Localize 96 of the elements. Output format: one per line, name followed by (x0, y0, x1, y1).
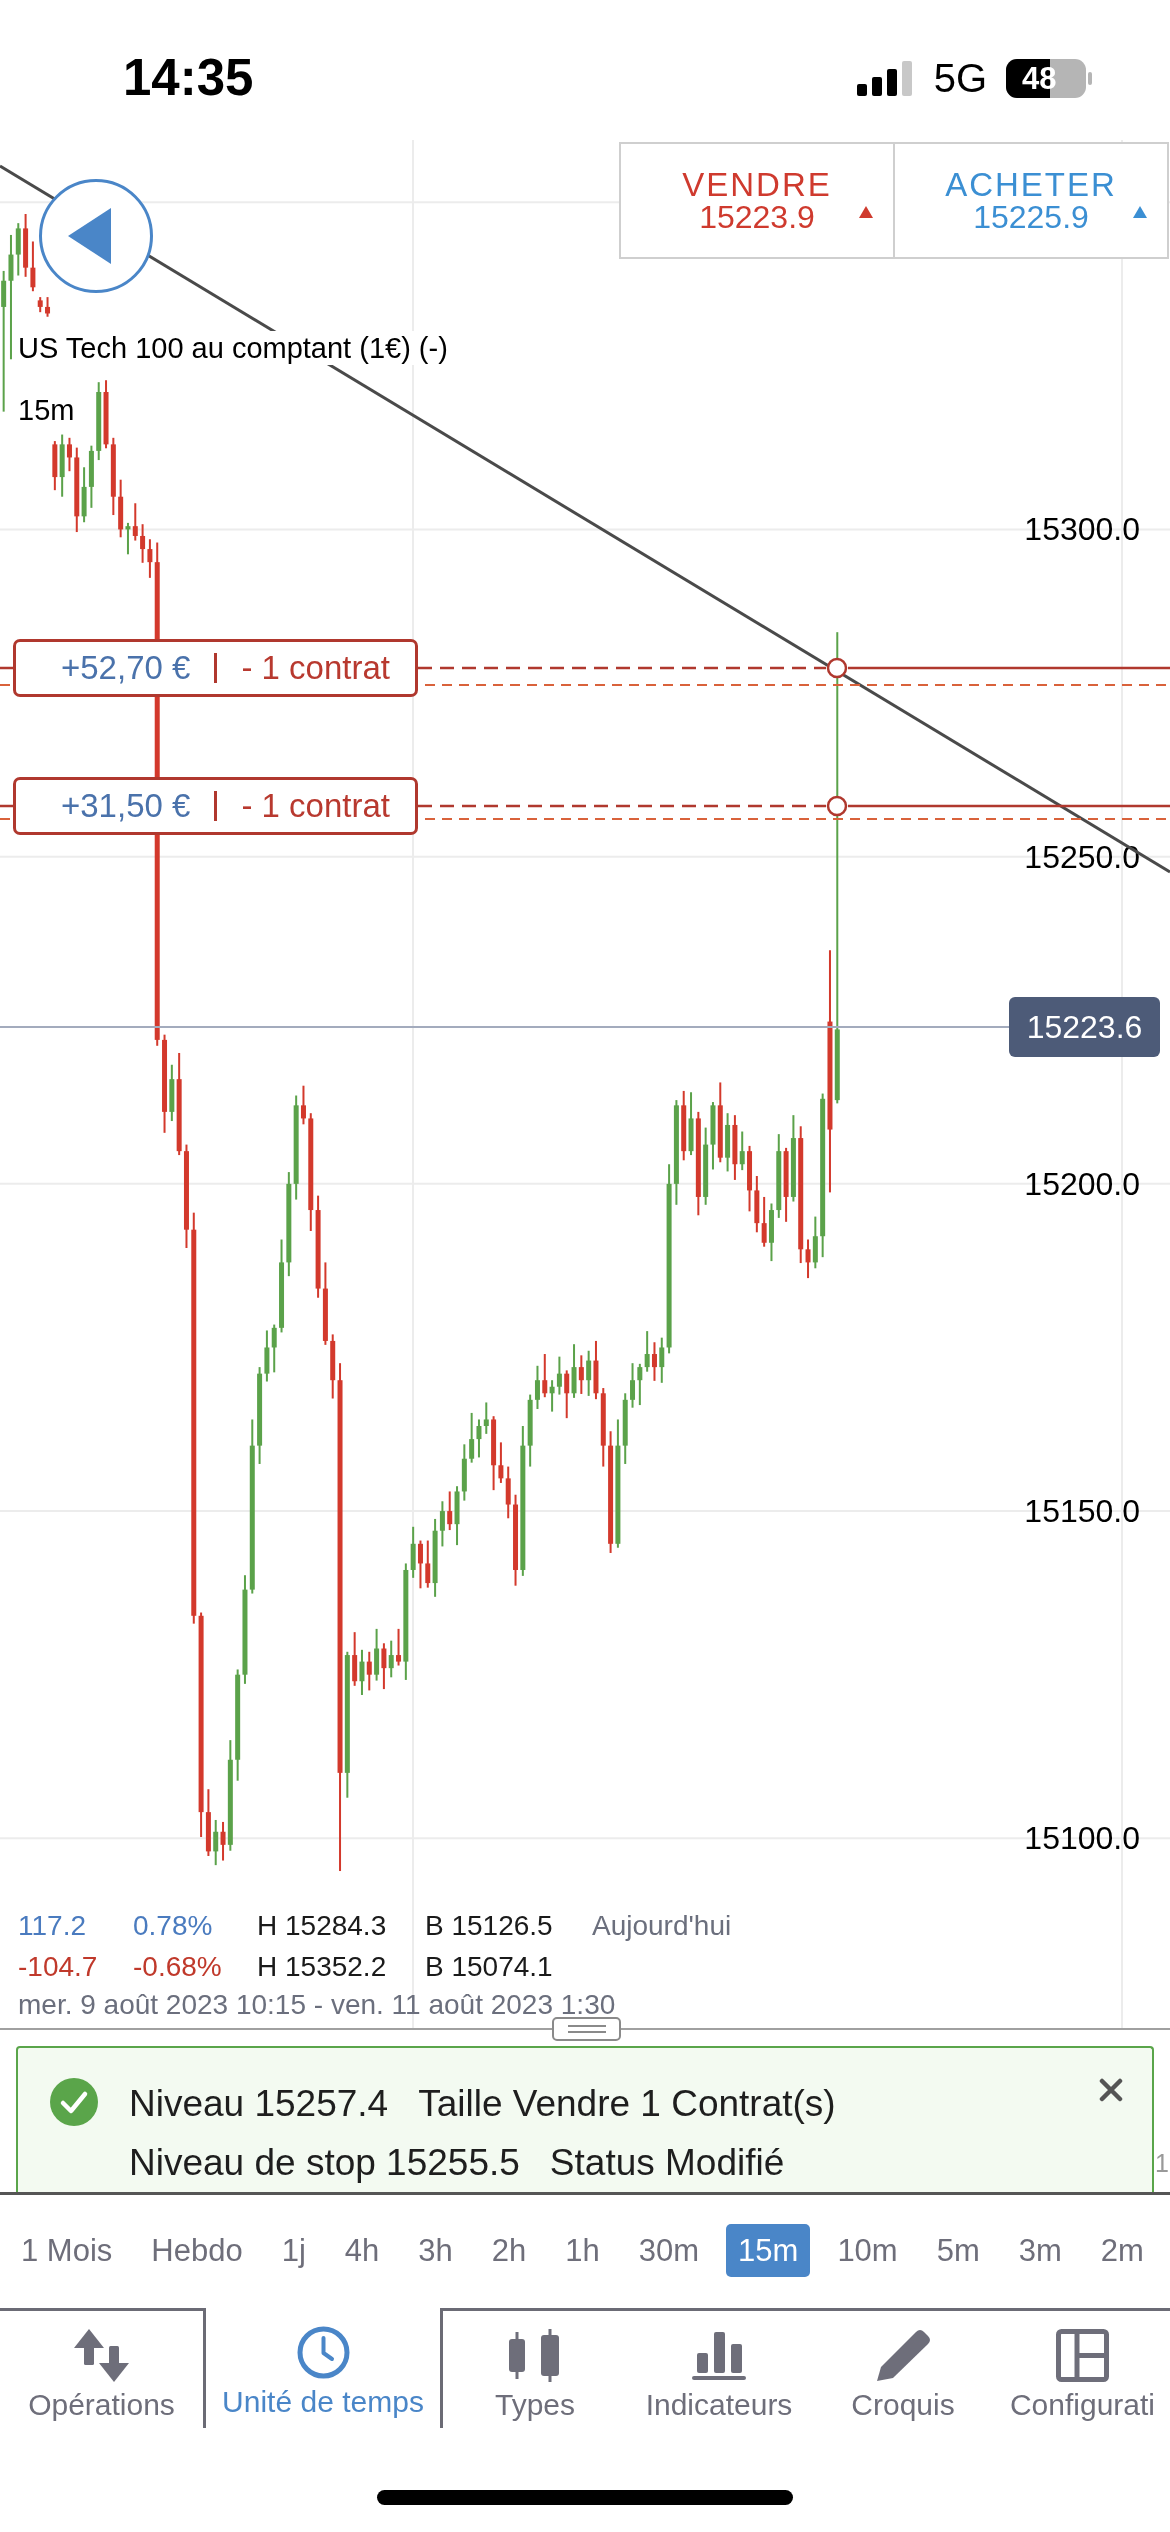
price-axis-label: 15250.0 (1024, 838, 1140, 875)
change-percent: -0.68% (133, 1949, 223, 1984)
left-triangle-icon (67, 208, 111, 264)
rising-candle (374, 1628, 380, 1681)
rising-candle (388, 1640, 394, 1678)
toolbar-tab[interactable]: Opérations (0, 2308, 203, 2428)
falling-candle (381, 1643, 387, 1690)
timeframe-tab[interactable]: 3m (1006, 2224, 1074, 2277)
timeframe-tab[interactable]: 15m (726, 2224, 811, 2277)
timeframe-tab[interactable]: 4h (332, 2224, 392, 2277)
rising-candle (739, 1131, 745, 1171)
rising-candle (586, 1350, 592, 1396)
notification-text: Niveau 15257.4 (129, 2082, 389, 2126)
up-down-arrows-icon (73, 2328, 130, 2382)
price-axis-label: 15150.0 (1024, 1493, 1140, 1530)
change-percent: 0.78% (133, 1908, 214, 1943)
falling-candle (564, 1370, 570, 1419)
falling-candle (396, 1628, 402, 1666)
falling-candle (37, 297, 43, 313)
rising-candle (812, 1216, 818, 1269)
low-value: B 15074.1 (425, 1949, 554, 1984)
rising-candle (213, 1820, 219, 1866)
timeframe-tab[interactable]: 30m (626, 2224, 712, 2277)
rising-candle (725, 1113, 731, 1172)
timeframe-tab[interactable]: 3h (406, 2224, 465, 2277)
network-label: 5G (933, 56, 987, 100)
falling-candle (52, 441, 58, 491)
price-axis-label: 15300.0 (1024, 511, 1140, 548)
falling-candle (542, 1354, 548, 1398)
falling-candle (681, 1090, 687, 1161)
resize-handle[interactable] (552, 2017, 621, 2041)
timeframe-tab[interactable]: Hebdo (139, 2224, 255, 2277)
order-label[interactable]: +31,50 € - 1 contrat (13, 777, 418, 835)
falling-candle (732, 1115, 738, 1180)
falling-candle (425, 1540, 431, 1588)
falling-candle (45, 297, 51, 317)
change-value: 117.2 (18, 1908, 87, 1943)
toolbar-tab[interactable]: Croquis (811, 2308, 995, 2428)
handle-ring-icon[interactable] (826, 657, 848, 679)
toolbar-tab[interactable]: Unité de temps (203, 2308, 443, 2428)
layout-icon (1056, 2328, 1109, 2382)
notification-text: Taille Vendre 1 Contrat(s) (418, 2082, 836, 2126)
price-axis-label: 15200.0 (1024, 1165, 1140, 1202)
instrument-title: US Tech 100 au comptant (1€) (-) (18, 331, 448, 365)
timeframe-tab[interactable]: 1h (553, 2224, 612, 2277)
notification-text: Niveau de stop 15255.5 (129, 2141, 520, 2185)
close-icon[interactable] (1099, 2078, 1123, 2102)
falling-candle (447, 1491, 453, 1531)
pencil-icon (875, 2328, 931, 2382)
order-label[interactable]: +52,70 € - 1 contrat (13, 639, 418, 697)
high-value: H 15352.2 (257, 1949, 388, 1984)
falling-candle (352, 1632, 358, 1686)
notification-text: Status Modifié (549, 2141, 785, 2185)
clock-icon (296, 2325, 350, 2379)
timeframe-tab[interactable]: 10m (825, 2224, 910, 2277)
order-pnl-text: +31,50 € (61, 786, 191, 826)
bar-chart-icon (692, 2330, 746, 2380)
falling-candle (651, 1342, 657, 1381)
date-range: mer. 9 août 2023 10:15 - ven. 11 août 2023 1:30 (18, 1988, 617, 2022)
signal-icon (856, 60, 915, 96)
falling-candle (118, 479, 124, 538)
falling-candle (366, 1651, 372, 1691)
timeframe-tab[interactable]: 2m (1088, 2224, 1156, 2277)
toolbar-tab[interactable]: Configurati (995, 2308, 1170, 2428)
candlestick-icon (508, 2328, 562, 2382)
timeframe-tab[interactable]: 5m (924, 2224, 992, 2277)
high-value: H 15284.3 (257, 1908, 388, 1943)
rising-candle (59, 434, 65, 497)
falling-candle (417, 1540, 423, 1589)
falling-candle (66, 437, 72, 472)
order-size-text: - 1 contrat (241, 648, 390, 688)
timeframe-tab[interactable]: 2h (479, 2224, 539, 2277)
order-pnl-text: +52,70 € (61, 648, 191, 688)
status-time: 14:35 (123, 52, 254, 104)
rising-candle (359, 1649, 365, 1695)
falling-candle (132, 503, 138, 541)
falling-candle (578, 1355, 584, 1394)
rising-candle (169, 1064, 175, 1122)
rising-candle (768, 1203, 774, 1262)
handle-ring-icon[interactable] (826, 795, 848, 817)
toolbar-tab[interactable]: Indicateurs (627, 2308, 811, 2428)
timeframe-tab[interactable]: 1j (269, 2224, 318, 2277)
low-value: B 15126.5 (425, 1908, 554, 1943)
period-label: Aujourd'hui (592, 1908, 732, 1943)
falling-candle (220, 1821, 226, 1861)
rising-candle (688, 1092, 694, 1156)
change-value: -104.7 (18, 1949, 99, 1984)
axis-label: 1 (1155, 2148, 1169, 2178)
rising-candle (571, 1344, 577, 1398)
timeframe-tab[interactable]: 1 Mois (9, 2224, 125, 2277)
current-price-tag: 15223.6 (1009, 997, 1160, 1057)
price-axis-label: 15100.0 (1024, 1820, 1140, 1857)
toolbar-tab[interactable]: Types (443, 2308, 627, 2428)
rising-candle (125, 522, 131, 555)
order-size-text: - 1 contrat (241, 786, 390, 826)
falling-candle (300, 1085, 306, 1125)
